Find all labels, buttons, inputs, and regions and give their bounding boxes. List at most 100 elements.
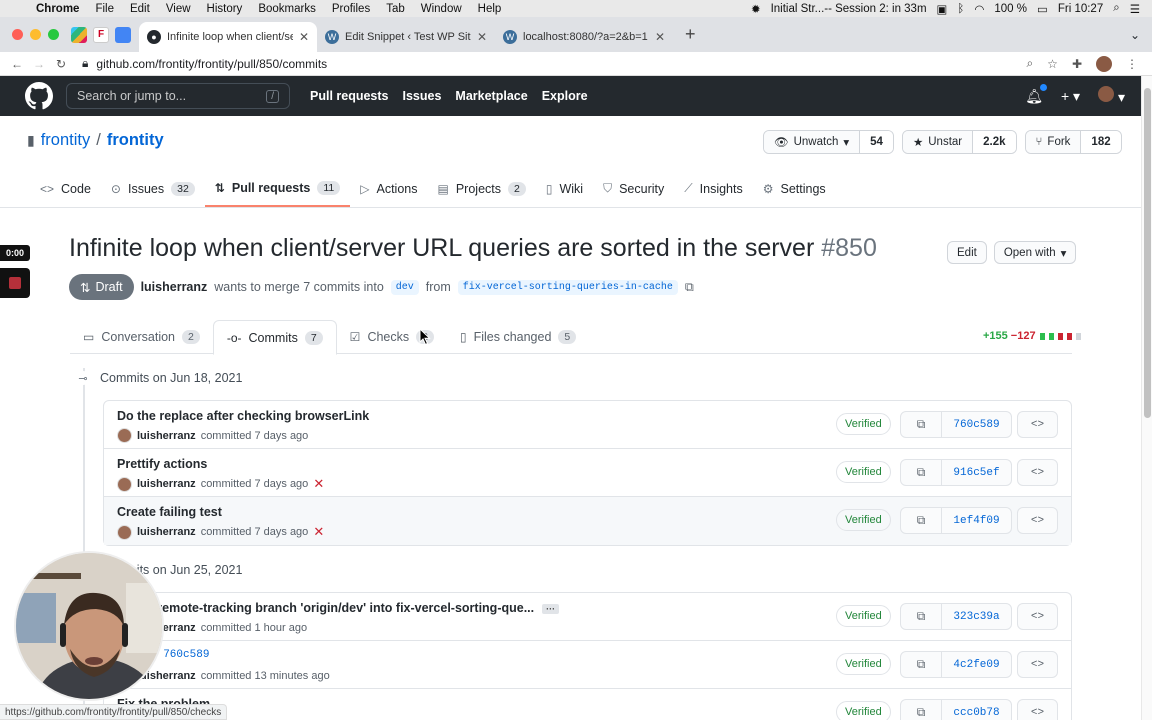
menu-history[interactable]: History [199, 3, 251, 15]
tab-conversation[interactable]: ▭ Conversation 2 [70, 320, 213, 354]
tab-commits[interactable]: -o- Commits 7 [212, 320, 337, 355]
copy-sha-icon[interactable]: ⧉ [901, 412, 942, 437]
close-tab-icon[interactable]: ✕ [477, 30, 487, 44]
search-input[interactable]: Search or jump to... / [66, 83, 290, 109]
status-fail-icon[interactable]: ✕ [313, 524, 324, 540]
copy-branch-icon[interactable]: ⧉ [685, 280, 694, 295]
verified-badge[interactable]: Verified [836, 605, 891, 627]
commit-author-link[interactable]: luisherranz [137, 430, 196, 442]
commit-message-link[interactable]: Prettify actions [117, 457, 207, 471]
commit-sha-link[interactable]: ccc0b78 [942, 700, 1011, 720]
browse-repo-button[interactable]: <> [1017, 699, 1058, 720]
fork-button[interactable]: ⑂ Fork [1025, 131, 1082, 153]
head-branch[interactable]: fix-vercel-sorting-queries-in-cache [457, 279, 678, 295]
copy-sha-icon[interactable]: ⧉ [901, 604, 942, 629]
base-branch[interactable]: dev [390, 279, 419, 295]
browse-repo-button[interactable]: <> [1017, 603, 1058, 630]
menu-profiles[interactable]: Profiles [324, 3, 378, 15]
avatar[interactable] [117, 428, 132, 443]
menu-help[interactable]: Help [470, 3, 510, 15]
open-with-button[interactable]: Open with ▾ [993, 241, 1077, 264]
status-fail-icon[interactable]: ✕ [313, 476, 324, 492]
zoom-icon[interactable]: ⌕ [1026, 56, 1033, 71]
tab-search-icon[interactable]: ⌄ [1130, 28, 1152, 42]
star-count[interactable]: 2.2k [973, 131, 1016, 153]
create-new-button[interactable]: + ▾ [1061, 88, 1080, 105]
copy-sha-icon[interactable]: ⧉ [901, 652, 942, 677]
session-status[interactable]: Initial Str...-- Session 2: in 33m [771, 3, 927, 15]
browser-tab[interactable]: W localhost:8080/?a=2&b=1 ✕ [495, 22, 673, 52]
github-logo-icon[interactable] [25, 82, 53, 110]
calendar-tab-icon[interactable] [115, 26, 131, 43]
commit-sha-link[interactable]: 4c2fe09 [942, 652, 1011, 677]
battery-icon[interactable]: ▭ [1037, 2, 1048, 16]
close-window-button[interactable] [12, 29, 23, 40]
menu-edit[interactable]: Edit [122, 3, 158, 15]
commit-sha-link[interactable]: 323c39a [942, 604, 1011, 629]
tab-pull-requests[interactable]: ⇅ Pull requests 11 [204, 170, 351, 207]
unwatch-button[interactable]: 👁︎ Unwatch ▾ [764, 131, 861, 153]
nav-marketplace[interactable]: Marketplace [455, 89, 527, 103]
tab-settings[interactable]: ⚙ Settings [753, 170, 836, 207]
commit-author-link[interactable]: luisherranz [137, 478, 196, 490]
nav-issues[interactable]: Issues [403, 89, 442, 103]
pr-author-link[interactable]: luisherranz [141, 280, 208, 294]
browser-menu-icon[interactable]: ⋮ [1126, 57, 1138, 71]
menu-file[interactable]: File [87, 3, 122, 15]
expand-message-button[interactable]: ··· [542, 604, 560, 614]
wifi-icon[interactable]: ◠ [974, 2, 984, 16]
verified-badge[interactable]: Verified [836, 701, 891, 720]
menu-tab[interactable]: Tab [378, 3, 413, 15]
verified-badge[interactable]: Verified [836, 461, 891, 483]
tab-projects[interactable]: ▤ Projects 2 [428, 170, 536, 207]
tab-issues[interactable]: ⊙ Issues 32 [101, 170, 205, 207]
profile-avatar[interactable] [1096, 55, 1112, 72]
bluetooth-icon[interactable]: ᛒ [957, 3, 964, 15]
reload-icon[interactable]: ↻ [50, 57, 72, 71]
verified-badge[interactable]: Verified [836, 509, 891, 531]
avatar[interactable] [117, 476, 132, 492]
address-bar[interactable]: 🔒︎ github.com/frontity/frontity/pull/850… [72, 56, 1026, 71]
browser-tab-active[interactable]: ● Infinite loop when client/server ✕ [139, 22, 317, 52]
browse-repo-button[interactable]: <> [1017, 411, 1058, 438]
new-tab-icon[interactable]: + [673, 24, 696, 45]
slack-tab-icon[interactable] [71, 26, 87, 43]
verified-badge[interactable]: Verified [836, 653, 891, 675]
screen-icon[interactable]: ▣ [937, 2, 948, 16]
close-tab-icon[interactable]: ✕ [299, 30, 309, 44]
fork-count[interactable]: 182 [1081, 131, 1121, 153]
scrollbar-thumb[interactable] [1144, 88, 1151, 418]
stop-recording-button[interactable] [0, 268, 30, 298]
tab-security[interactable]: ⛉ Security [593, 170, 674, 207]
frontity-tab-icon[interactable]: F [93, 26, 109, 43]
browse-repo-button[interactable]: <> [1017, 459, 1058, 486]
commit-message-link[interactable]: Merge remote-tracking branch 'origin/dev… [117, 601, 560, 615]
menu-app[interactable]: Chrome [28, 3, 87, 15]
menu-window[interactable]: Window [413, 3, 470, 15]
commit-message-link[interactable]: Create failing test [117, 505, 222, 519]
repo-owner-link[interactable]: frontity [41, 131, 91, 150]
browse-repo-button[interactable]: <> [1017, 507, 1058, 534]
page-scrollbar[interactable] [1141, 76, 1152, 720]
browse-repo-button[interactable]: <> [1017, 651, 1058, 678]
browser-tab[interactable]: W Edit Snippet ‹ Test WP Site — W ✕ [317, 22, 495, 52]
copy-sha-icon[interactable]: ⧉ [901, 700, 942, 720]
webcam-bubble[interactable] [14, 551, 164, 701]
copy-sha-icon[interactable]: ⧉ [901, 460, 942, 485]
zoom-window-button[interactable] [48, 29, 59, 40]
menu-view[interactable]: View [158, 3, 199, 15]
gear-icon[interactable]: ✹ [751, 2, 761, 16]
commit-author-link[interactable]: luisherranz [137, 526, 196, 538]
tab-wiki[interactable]: ▯ Wiki [536, 170, 593, 207]
copy-sha-icon[interactable]: ⧉ [901, 508, 942, 533]
bookmark-star-icon[interactable]: ☆ [1047, 57, 1058, 71]
repo-name-link[interactable]: frontity [107, 131, 164, 150]
forward-icon[interactable]: → [28, 57, 50, 71]
edit-button[interactable]: Edit [947, 241, 987, 264]
nav-explore[interactable]: Explore [542, 89, 588, 103]
unstar-button[interactable]: ★ Unstar [902, 131, 974, 153]
menu-bookmarks[interactable]: Bookmarks [250, 3, 324, 15]
nav-pull-requests[interactable]: Pull requests [310, 89, 389, 103]
control-center-icon[interactable]: ☰ [1130, 2, 1140, 16]
notifications-bell-icon[interactable]: 🔔︎ [1025, 83, 1047, 105]
